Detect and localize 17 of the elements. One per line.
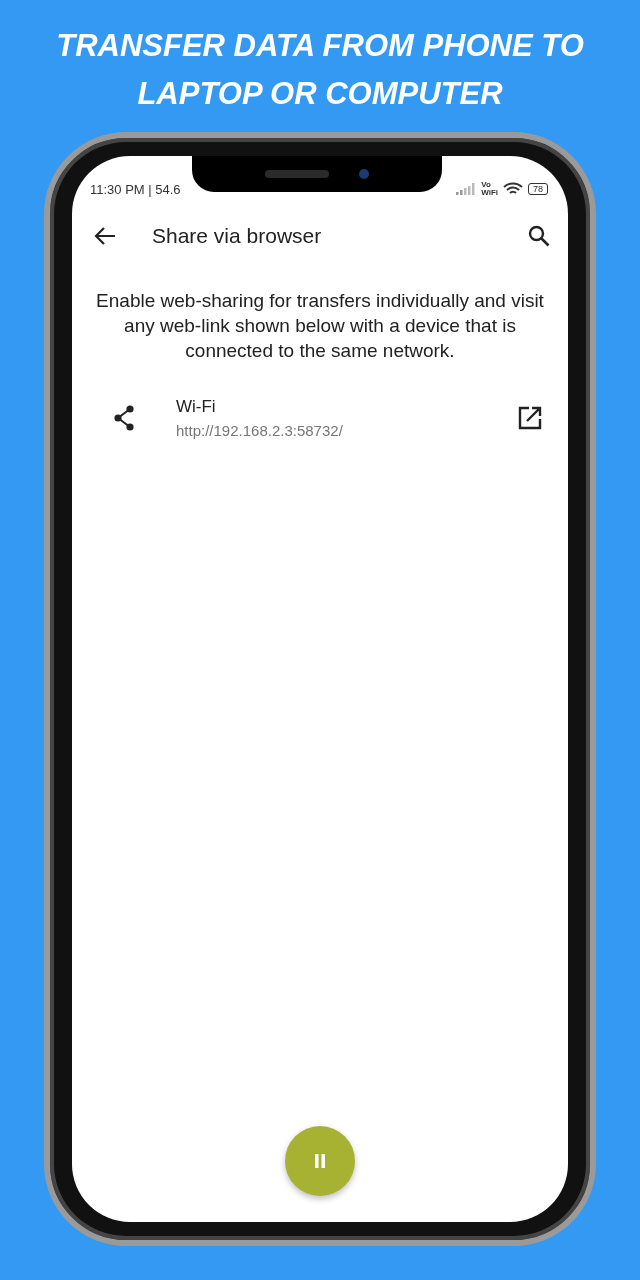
headline: LAPTOP OR COMPUTER <box>137 76 503 112</box>
wifi-icon <box>503 182 523 196</box>
search-icon[interactable] <box>528 225 550 247</box>
status-time: 11:30 PM | 54.6 <box>90 181 181 197</box>
screen-title: Share via browser <box>152 224 322 248</box>
link-name: Wi-Fi <box>176 397 217 417</box>
network-label: Vo WiFi <box>481 181 498 197</box>
link-url: http://192.168.2.3:58732/ <box>176 422 344 439</box>
signal-icon <box>456 183 477 195</box>
link-row[interactable]: Wi-Fi http://192.168.2.3:58732/ <box>72 397 568 439</box>
back-arrow-icon[interactable] <box>94 226 116 246</box>
open-external-icon[interactable] <box>518 406 542 430</box>
description-text: Enable web-sharing for transfers individually and visit any web-link shown below with a device that is connected to the same network. <box>95 289 545 363</box>
battery-indicator: 78 <box>528 183 548 195</box>
headline: TRANSFER DATA FROM PHONE TO <box>56 28 584 64</box>
pause-icon <box>312 1153 328 1169</box>
share-icon[interactable] <box>112 405 136 431</box>
